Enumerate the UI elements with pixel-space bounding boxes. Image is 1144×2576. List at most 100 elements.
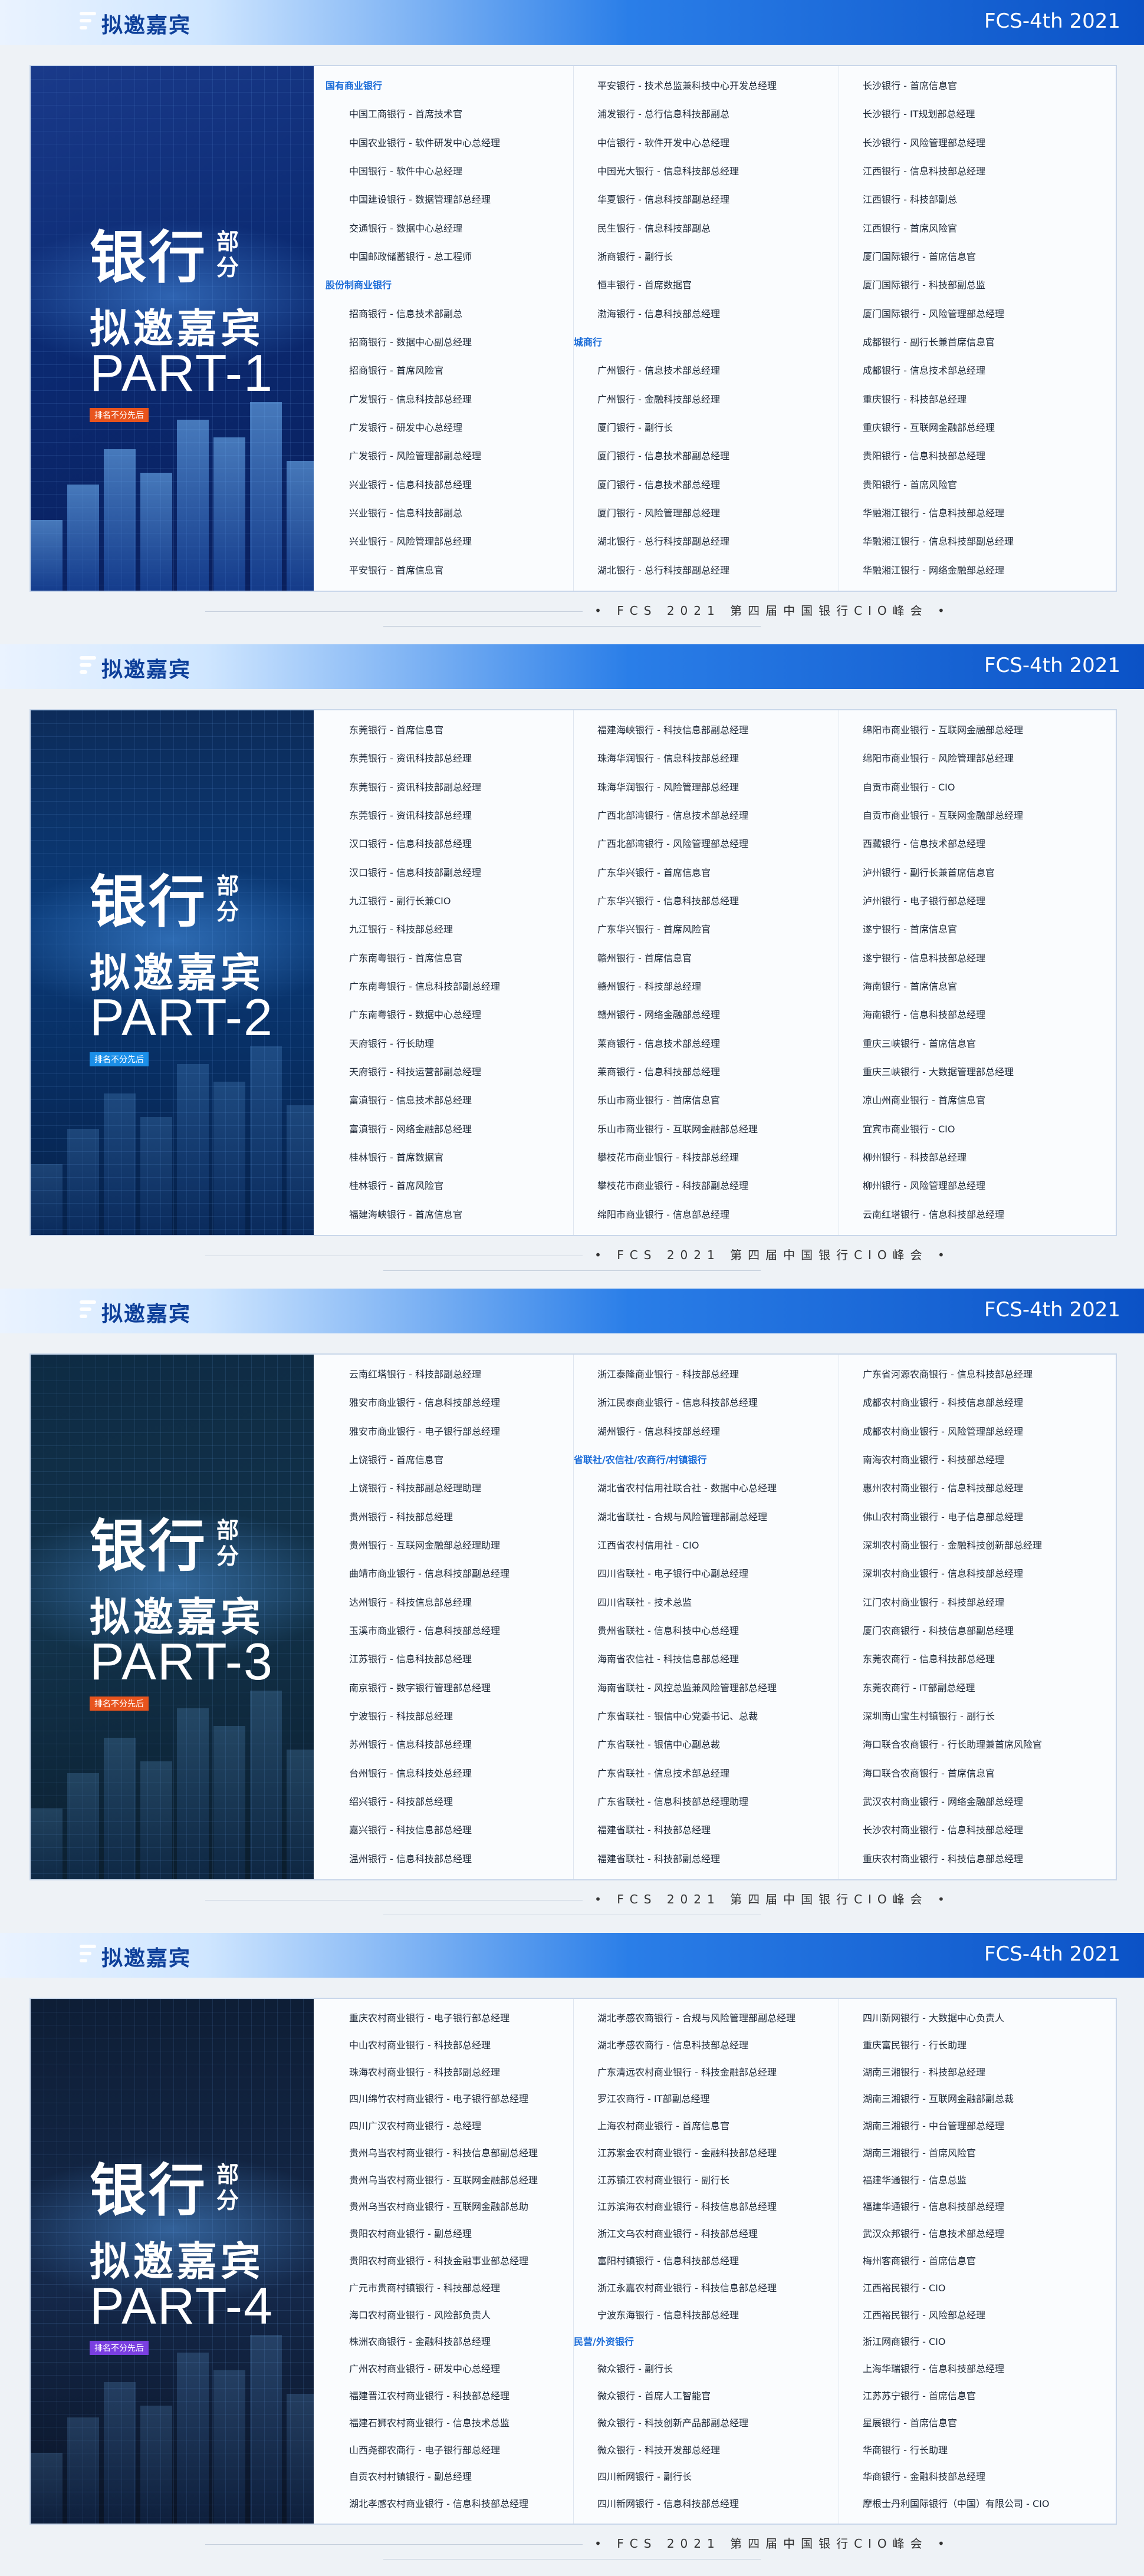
guest-column-3: 四川新网银行 - 大数据中心负责人 重庆富民银行 - 行长助理 湖南三湘银行 - 科…	[839, 1999, 1116, 2524]
guest-entry: 湖南三湘银行 - 首席风险官	[863, 2147, 976, 2159]
guest-entry: 广东省联社 - 信息技术部总经理	[597, 1767, 729, 1779]
guest-entry: 广东省联社 - 信息科技部总经理助理	[597, 1796, 748, 1807]
guest-entry: 遂宁银行 - 信息科技部总经理	[863, 952, 985, 964]
guest-entry: 雅安市商业银行 - 电子银行部总经理	[349, 1425, 500, 1437]
guest-entry: 贵州银行 - 科技部总经理	[349, 1511, 453, 1523]
logo-stripes-icon	[80, 656, 96, 677]
guest-entry: 湖北银行 - 总行科技部副总经理	[597, 564, 729, 576]
event-code: FCS-4th 2021	[984, 1298, 1120, 1322]
guest-column-2: 浙江泰隆商业银行 - 科技部总经理 浙江民泰商业银行 - 信息科技部总经理 湖州银行…	[573, 1355, 857, 1879]
guest-entry: 兴业银行 - 信息科技部总经理	[349, 479, 472, 490]
guest-entry: 招商银行 - 首席风险官	[349, 365, 443, 377]
guest-entry: 富滇银行 - 信息技术部总经理	[349, 1095, 472, 1106]
guest-entry: 兴业银行 - 风险管理部总经理	[349, 536, 472, 548]
guest-entry: 苏州银行 - 信息科技部总经理	[349, 1739, 472, 1751]
guest-entry: 四川新网银行 - 副行长	[597, 2471, 692, 2483]
footer-caption: • FCS 2021 第四届中国银行CIO峰会 •	[0, 1890, 1144, 1913]
header-title: 拟邀嘉宾	[101, 1946, 192, 1971]
guest-entry: 四川省联社 - 技术总监	[597, 1596, 692, 1608]
guest-entry: 长沙银行 - 首席信息官	[863, 80, 957, 91]
guest-entry: 中国光大银行 - 信息科技部总经理	[597, 165, 739, 177]
guest-entry: 江苏紫金农村商业银行 - 金融科技部总经理	[597, 2147, 777, 2159]
guest-entry: 江苏银行 - 信息科技部总经理	[349, 1653, 472, 1665]
guest-column-2: 湖北孝感农商银行 - 合规与风险管理部副总经理 湖北孝感农商行 - 信息科技部总经…	[573, 1999, 857, 2524]
guest-column-1: 云南红塔银行 - 科技部副总经理 雅安市商业银行 - 信息科技部总经理 雅安市商业银…	[314, 1355, 609, 1879]
guest-entry: 成都农村商业银行 - 风险管理部总经理	[863, 1425, 1023, 1437]
guest-entry: 广元市贵商村镇银行 - 科技部总经理	[349, 2282, 500, 2294]
guest-entry: 天府银行 - 科技运营部副总经理	[349, 1066, 481, 1078]
invite-section: 拟邀嘉宾 FCS-4th 2021 银行 部 分 拟邀嘉宾 PART-2 排名不…	[0, 644, 1144, 1287]
header-title: 拟邀嘉宾	[101, 658, 192, 682]
invite-section: 拟邀嘉宾 FCS-4th 2021 银行 部 分 拟邀嘉宾 PART-3 排名不…	[0, 1289, 1144, 1931]
hero-title-line1: 银行 部 分	[90, 225, 242, 291]
guest-entry: 绵阳市商业银行 - 互联网金融部总经理	[863, 724, 1023, 736]
guest-entry: 东莞农商行 - 信息科技部总经理	[863, 1653, 995, 1665]
footer-caption: • FCS 2021 第四届中国银行CIO峰会 •	[0, 601, 1144, 625]
guest-entry: 成都银行 - 信息技术部总经理	[863, 365, 985, 377]
guest-entry: 广发银行 - 风险管理部副总经理	[349, 450, 481, 462]
guest-entry: 株洲农商银行 - 金融科技部总经理	[349, 2336, 491, 2348]
guest-entry: 九江银行 - 科技部总经理	[349, 924, 453, 935]
guest-entry: 赣州银行 - 科技部总经理	[597, 980, 701, 992]
guest-entry: 玉溪市商业银行 - 信息科技部总经理	[349, 1625, 500, 1636]
guest-entry: 交通银行 - 数据中心总经理	[349, 222, 462, 234]
guest-entry: 罗江农商行 - IT部副总经理	[597, 2093, 710, 2105]
category-heading: 民营/外资银行	[574, 2336, 634, 2348]
guest-entry: 攀枝花市商业银行 - 科技部副总经理	[597, 1180, 748, 1192]
guest-entry: 平安银行 - 首席信息官	[349, 564, 443, 576]
guest-entry: 广发银行 - 信息科技部总经理	[349, 393, 472, 405]
guest-entry: 广东华兴银行 - 首席风险官	[597, 924, 711, 935]
guest-entry: 海南银行 - 首席信息官	[863, 980, 957, 992]
guest-entry: 江苏苏宁银行 - 首席信息官	[863, 2390, 976, 2402]
guest-entry: 珠海华润银行 - 风险管理部总经理	[597, 781, 739, 793]
guest-entry: 平安银行 - 技术总监兼科技中心开发总经理	[597, 80, 777, 91]
guest-entry: 厦门银行 - 风险管理部总经理	[597, 507, 720, 519]
guest-entry: 湖北省联社 - 合规与风险管理部副总经理	[597, 1511, 767, 1523]
guest-entry: 广州银行 - 金融科技部总经理	[597, 393, 720, 405]
guest-entry: 福建海峡银行 - 科技信息部副总经理	[597, 724, 748, 736]
guest-entry: 渤海银行 - 信息科技部总经理	[597, 308, 720, 319]
guest-entry: 贵阳农村商业银行 - 科技金融事业部总经理	[349, 2255, 528, 2267]
guest-entry: 贵州乌当农村商业银行 - 互联网金融部总经理	[349, 2174, 538, 2186]
guest-entry: 莱商银行 - 信息技术部总经理	[597, 1037, 720, 1049]
guest-entry: 广东南粤银行 - 首席信息官	[349, 952, 462, 964]
invite-section: 拟邀嘉宾 FCS-4th 2021 银行 部 分 拟邀嘉宾 PART-1 排名不…	[0, 0, 1144, 643]
part-label: PART-4	[90, 2277, 274, 2335]
guest-entry: 武汉农村商业银行 - 网络金融部总经理	[863, 1796, 1023, 1807]
guest-entry: 湖南三湘银行 - 互联网金融部副总裁	[863, 2093, 1014, 2105]
guest-entry: 山西尧都农商行 - 电子银行部总经理	[349, 2444, 500, 2456]
guest-entry: 广东华兴银行 - 信息科技部总经理	[597, 895, 739, 907]
guest-column-3: 绵阳市商业银行 - 互联网金融部总经理 绵阳市商业银行 - 风险管理部总经理 自贡市…	[839, 710, 1116, 1235]
guest-entry: 华融湘江银行 - 网络金融部总经理	[863, 564, 1004, 576]
guest-entry: 微众银行 - 科技创新产品部副总经理	[597, 2417, 748, 2429]
guest-entry: 江苏镇江农村商业银行 - 副行长	[597, 2174, 729, 2186]
guest-entry: 江西银行 - 科技部副总	[863, 194, 957, 206]
guest-entry: 自贡市商业银行 - CIO	[863, 781, 955, 793]
guest-entry: 四川新网银行 - 大数据中心负责人	[863, 2012, 1004, 2024]
guest-entry: 广东华兴银行 - 首席信息官	[597, 867, 711, 878]
guest-entry: 广东南粤银行 - 信息科技部副总经理	[349, 980, 500, 992]
guest-entry: 柳州银行 - 科技部总经理	[863, 1151, 967, 1163]
guest-entry: 珠海华润银行 - 信息科技部总经理	[597, 753, 739, 765]
order-note: 排名不分先后	[90, 1052, 149, 1066]
guest-entry: 上饶银行 - 首席信息官	[349, 1454, 443, 1465]
guest-entry: 重庆银行 - 互联网金融部总经理	[863, 421, 995, 433]
guest-entry: 广西北部湾银行 - 信息技术部总经理	[597, 809, 748, 821]
guest-entry: 汉口银行 - 信息科技部副总经理	[349, 867, 481, 878]
guest-entry: 遂宁银行 - 首席信息官	[863, 924, 957, 935]
guest-entry: 贵阳银行 - 首席风险官	[863, 479, 957, 490]
guest-entry: 华夏银行 - 信息科技部副总经理	[597, 194, 729, 206]
guest-entry: 泸州银行 - 副行长兼首席信息官	[863, 867, 995, 878]
guest-entry: 富滇银行 - 网络金融部总经理	[349, 1123, 472, 1135]
part-label: PART-2	[90, 988, 274, 1046]
guest-entry: 湖北银行 - 总行科技部副总经理	[597, 536, 729, 548]
header-bar: 拟邀嘉宾 FCS-4th 2021	[0, 0, 1144, 45]
guest-entry: 浙江永嘉农村商业银行 - 科技信息部总经理	[597, 2282, 777, 2294]
guest-entry: 乐山市商业银行 - 互联网金融部总经理	[597, 1123, 758, 1135]
guest-entry: 湖北省农村信用社联合社 - 数据中心总经理	[597, 1483, 777, 1494]
guest-entry: 微众银行 - 首席人工智能官	[597, 2390, 711, 2402]
guest-entry: 成都银行 - 副行长兼首席信息官	[863, 336, 995, 348]
logo-stripes-icon	[80, 1945, 96, 1966]
order-note: 排名不分先后	[90, 1697, 149, 1711]
guest-entry: 四川绵竹农村商业银行 - 电子银行部总经理	[349, 2093, 528, 2105]
